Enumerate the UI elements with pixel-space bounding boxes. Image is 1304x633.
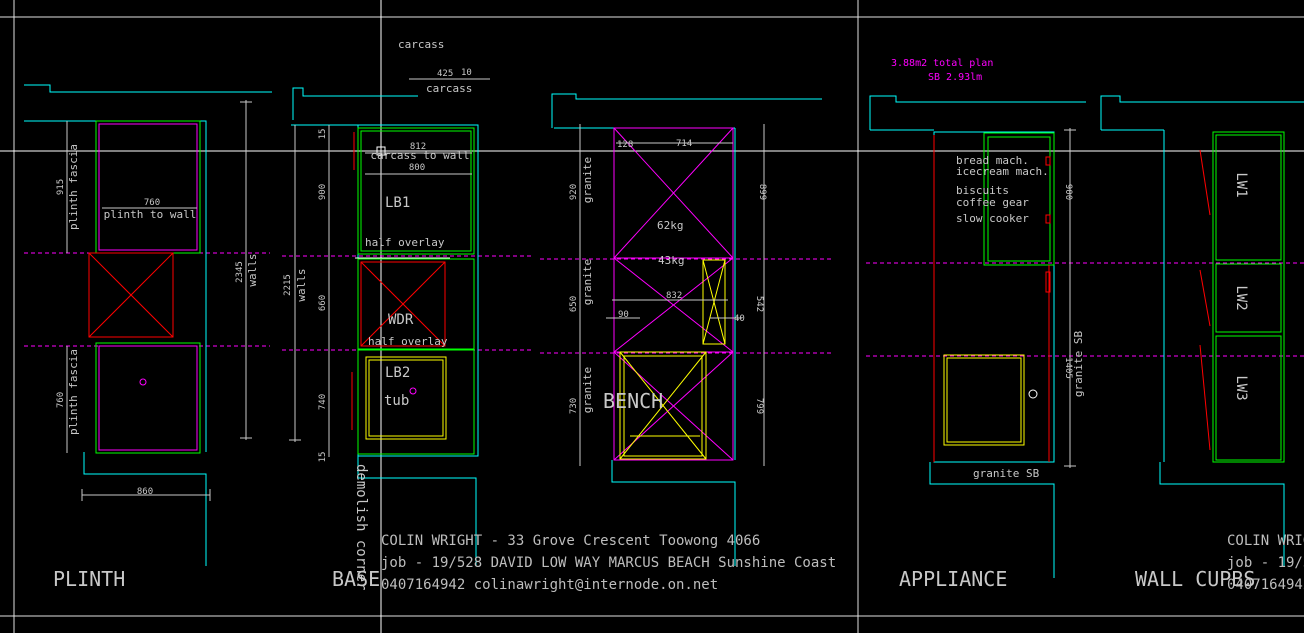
- bench-granite-2-label: granite: [581, 259, 594, 305]
- base-half-overlay-1-label: half overlay: [365, 236, 445, 249]
- bench-dim-899: 899: [757, 184, 767, 200]
- info-line-contact: 0407164942 colinawright@internode.on.net: [381, 577, 718, 593]
- base-tub-label: tub: [384, 393, 409, 409]
- cad-drawing: 915 plinth fascia 760 plinth to wall 760…: [0, 0, 1304, 633]
- bench-dim-128: 128: [617, 140, 633, 150]
- base-half-overlay-2-label: half overlay: [368, 335, 448, 348]
- base-lb1-label: LB1: [385, 195, 410, 211]
- base-carcass-dim-label: carcass: [426, 82, 472, 95]
- appliance-dim-900: 900: [1063, 184, 1073, 200]
- appliance-item-icecream: icecream mach.: [956, 165, 1049, 178]
- base-walls-label: walls: [295, 268, 308, 301]
- appliance-granite-sb-horizontal: granite SB: [973, 467, 1040, 480]
- base-dim-660: 660: [318, 295, 328, 311]
- bench-label: BENCH: [603, 389, 663, 413]
- bench-dim-40: 40: [734, 314, 745, 324]
- plinth-walls-label: walls: [246, 253, 259, 286]
- base-dim-15-top: 15: [318, 129, 328, 140]
- base-dim-800: 800: [409, 163, 425, 173]
- appliance-item-coffee: coffee gear: [956, 196, 1029, 209]
- base-carcass-to-wall-label: carcass to wall: [370, 149, 469, 162]
- section-title-base: BASE: [332, 567, 380, 591]
- bench-granite-1-label: granite: [581, 157, 594, 203]
- plinth-dim-760-width: 760: [144, 198, 160, 208]
- appliance-total-plan-label: 3.88m2 total plan: [891, 58, 993, 69]
- level-lines: [24, 252, 1304, 357]
- wall-lw1-label: LW1: [1233, 172, 1249, 197]
- base-dim-425: 425: [437, 69, 453, 79]
- bench-dim-650: 650: [569, 296, 579, 312]
- base-wdr-label: WDR: [388, 312, 414, 328]
- section-title-appliance: APPLIANCE: [899, 567, 1007, 591]
- appliance-sb-label: SB 2.93lm: [928, 72, 982, 83]
- plinth-dim-2345: 2345: [235, 261, 245, 283]
- info-line-name-repeat: COLIN WRIG: [1227, 533, 1304, 549]
- plinth-dim-860: 860: [137, 487, 153, 497]
- bench-dim-920: 920: [569, 184, 579, 200]
- info-line-job-repeat: job - 19/52: [1227, 555, 1304, 571]
- info-line-name: COLIN WRIGHT - 33 Grove Crescent Toowong…: [381, 533, 760, 549]
- base-lb2-label: LB2: [385, 365, 410, 381]
- bench-dim-799: 799: [754, 398, 764, 414]
- wall-lw3-label: LW3: [1233, 375, 1249, 400]
- appliance-item-slow-cooker: slow cooker: [956, 212, 1029, 225]
- bench-granite-3-label: granite: [581, 367, 594, 413]
- base-dim-740: 740: [318, 394, 328, 410]
- bench-dim-730: 730: [569, 398, 579, 414]
- bench-weight-62kg: 62kg: [657, 219, 684, 232]
- plinth-dim-760-height: 760: [56, 392, 66, 408]
- info-line-contact-repeat: 0407164942: [1227, 577, 1304, 593]
- plinth-to-wall-label: plinth to wall: [104, 208, 197, 221]
- base-dim-10: 10: [461, 68, 472, 78]
- section-title-plinth: PLINTH: [53, 567, 125, 591]
- bench-weight-43kg: 43kg: [658, 254, 685, 267]
- base-dim-900: 900: [318, 184, 328, 200]
- plinth-dim-915: 915: [56, 179, 66, 195]
- bench-dim-90: 90: [618, 310, 629, 320]
- plinth-fascia-top-label: plinth fascia: [67, 144, 80, 230]
- base-dim-15-bottom: 15: [318, 452, 328, 463]
- wall-lw2-label: LW2: [1233, 285, 1249, 310]
- bench-dim-542: 542: [754, 296, 764, 312]
- plinth-fascia-bottom-label: plinth fascia: [67, 349, 80, 435]
- appliance-granite-sb-vertical: granite SB: [1072, 331, 1085, 398]
- bench-dim-832: 832: [666, 291, 682, 301]
- base-carcass-top-label: carcass: [398, 38, 444, 51]
- bench-dim-714: 714: [676, 139, 692, 149]
- base-dim-2215: 2215: [283, 274, 293, 296]
- wall-cupboards-elevation: [1100, 95, 1304, 566]
- info-line-job: job - 19/528 DAVID LOW WAY MARCUS BEACH …: [381, 555, 836, 571]
